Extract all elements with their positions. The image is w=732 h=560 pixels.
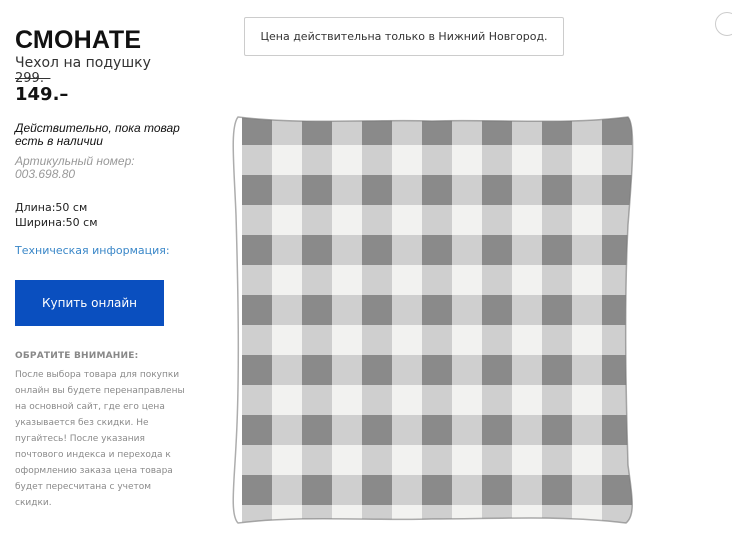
dimension-length: Длина:50 см xyxy=(15,201,88,214)
corner-circle-button[interactable] xyxy=(715,12,732,36)
buy-online-button[interactable]: Купить онлайн xyxy=(15,280,164,326)
product-info-panel: СМОНАТЕ Чехол на подушку 299.– 149.– Дей… xyxy=(15,26,195,511)
product-subtitle: Чехол на подушку xyxy=(15,55,151,71)
dimension-width: Ширина:50 см xyxy=(15,216,98,229)
article-number: Артикульный номер: 003.698.80 xyxy=(15,154,135,181)
notice-text: После выбора товара для покупки онлайн в… xyxy=(15,370,185,508)
availability-note: Действительно, пока товар есть в наличии xyxy=(15,121,180,148)
notice-heading: ОБРАТИТЕ ВНИМАНИЕ: xyxy=(15,351,139,361)
product-title: СМОНАТЕ xyxy=(15,26,142,54)
dimensions: Длина:50 см Ширина:50 см xyxy=(15,200,195,230)
city-price-banner: Цена действительна только в Нижний Новго… xyxy=(244,17,564,56)
current-price: 149.– xyxy=(15,84,69,105)
tech-info-link[interactable]: Техническая информация: xyxy=(15,244,195,257)
product-image-pillow xyxy=(232,116,634,524)
